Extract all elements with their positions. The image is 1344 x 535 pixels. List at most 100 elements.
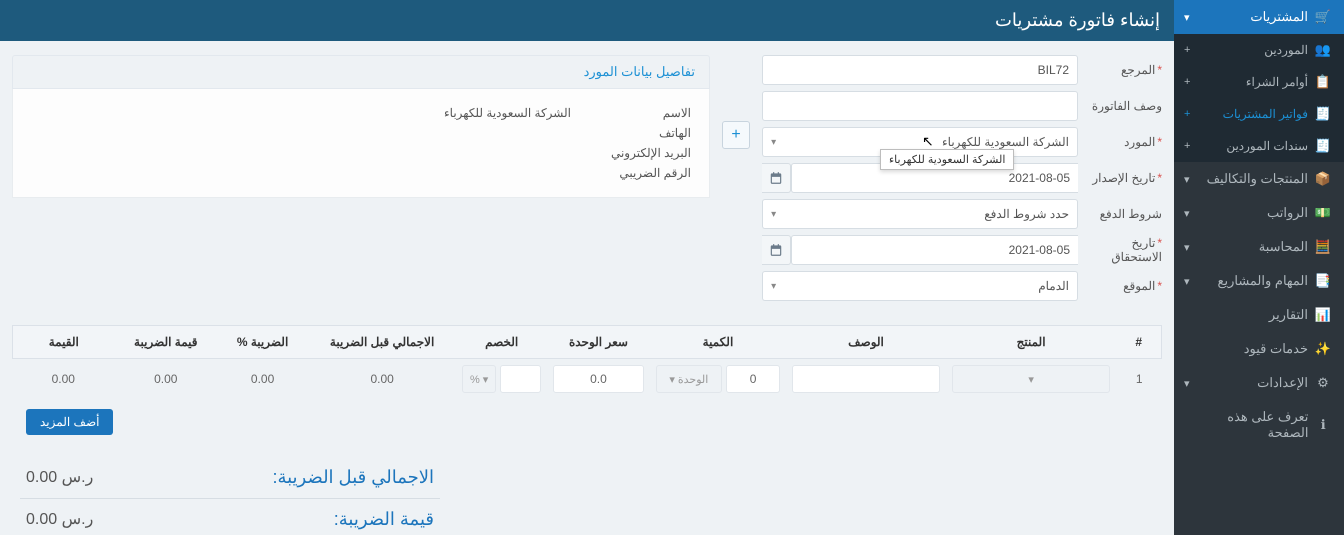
sidebar-item-products[interactable]: 📦 المنتجات والتكاليف ▾ — [1174, 162, 1344, 196]
sidebar-label: المنتجات والتكاليف — [1207, 171, 1308, 187]
users-icon: 👥 — [1314, 42, 1332, 58]
sidebar-item-accounting[interactable]: 🧮 المحاسبة ▾ — [1174, 230, 1344, 264]
cart-icon: 🛒 — [1314, 9, 1332, 25]
sidebar-label: المشتريات — [1250, 9, 1308, 25]
chevron-down-icon: ▾ — [1184, 241, 1190, 254]
plus-icon[interactable]: + — [1184, 108, 1190, 120]
label-location: *الموقع — [1078, 279, 1162, 293]
unit-price-input[interactable] — [553, 365, 643, 393]
product-select[interactable]: ▾ — [952, 365, 1111, 393]
line-items-table: # المنتج الوصف الكمية سعر الوحدة الخصم ا… — [12, 325, 1162, 399]
sidebar-label: المحاسبة — [1259, 239, 1308, 255]
th-tax-amt: قيمة الضريبة — [115, 325, 217, 359]
caret-down-icon: ▾ — [669, 373, 675, 386]
description-input[interactable] — [762, 91, 1078, 121]
sidebar-item-purchases[interactable]: 🛒 المشتريات ▾ — [1174, 0, 1344, 34]
th-unit-price: سعر الوحدة — [547, 325, 649, 359]
sidebar-label: فواتير المشتريات — [1223, 107, 1308, 121]
caret-down-icon: ▾ — [1028, 373, 1034, 386]
subtotal-value: 0.00 ر.س — [26, 467, 93, 488]
table-header-row: # المنتج الوصف الكمية سعر الوحدة الخصم ا… — [12, 325, 1162, 359]
vendor-phone-value — [31, 126, 571, 140]
chevron-down-icon: ▾ — [1184, 207, 1190, 220]
reference-input[interactable] — [762, 55, 1078, 85]
sidebar-label: سندات الموردين — [1226, 139, 1308, 153]
gear-icon: ⚙ — [1314, 375, 1332, 391]
th-qty: الكمية — [650, 325, 787, 359]
invoice-icon: 🧾 — [1314, 106, 1332, 122]
tax-label: قيمة الضريبة: — [334, 509, 434, 530]
th-desc: الوصف — [786, 325, 945, 359]
main: إنشاء فاتورة مشتريات *المرجع وصف الفاتور… — [0, 0, 1174, 535]
sidebar-item-journal[interactable]: ✨ خدمات قيود — [1174, 332, 1344, 366]
th-total: القيمة — [12, 325, 115, 359]
sidebar-item-tasks[interactable]: 📑 المهام والمشاريع ▾ — [1174, 264, 1344, 298]
subtotal-label: الاجمالي قبل الضريبة: — [272, 467, 434, 488]
vendor-phone-label: الهاتف — [571, 126, 691, 140]
table-row: 1 ▾ الوحدة▾ — [12, 359, 1162, 399]
sidebar-label: خدمات قيود — [1244, 341, 1308, 357]
calendar-icon[interactable] — [762, 163, 791, 193]
sidebar-item-settings[interactable]: ⚙ الإعدادات ▾ — [1174, 366, 1344, 400]
label-due-date: *تاريخ الاستحقاق — [1078, 236, 1162, 264]
sidebar-label: تعرف على هذه الصفحة — [1186, 409, 1308, 441]
vendor-tooltip: الشركة السعودية للكهرباء — [880, 149, 1014, 170]
cell-subtotal: 0.00 — [308, 359, 456, 399]
chevron-down-icon: ▾ — [1184, 377, 1190, 390]
plus-icon[interactable]: + — [1184, 140, 1190, 152]
sidebar-label: أوامر الشراء — [1246, 75, 1308, 89]
th-product: المنتج — [946, 325, 1117, 359]
totals: الاجمالي قبل الضريبة: 0.00 ر.س قيمة الضر… — [20, 457, 440, 535]
label-reference: *المرجع — [1078, 63, 1162, 77]
th-subtotal: الاجمالي قبل الضريبة — [308, 325, 456, 359]
th-tax-pct: الضريبة % — [217, 325, 308, 359]
caret-down-icon[interactable]: ▾ — [762, 127, 784, 157]
due-date-input[interactable] — [791, 235, 1078, 265]
plus-icon[interactable]: + — [1184, 76, 1190, 88]
qty-input[interactable] — [726, 365, 780, 393]
add-line-button[interactable]: أضف المزيد — [26, 409, 113, 435]
vendor-tax-label: الرقم الضريبي — [571, 166, 691, 180]
calc-icon: 🧮 — [1314, 239, 1332, 255]
chart-icon: 📊 — [1314, 307, 1332, 323]
cell-tax-pct: 0.00 — [217, 359, 308, 399]
cell-total: 0.00 — [12, 359, 115, 399]
sidebar-item-reports[interactable]: 📊 التقارير — [1174, 298, 1344, 332]
form-column: *المرجع وصف الفاتورة *المورد ▾ الشر — [762, 55, 1162, 307]
sidebar-item-vendor-payments[interactable]: 🧾 سندات الموردين + — [1174, 130, 1344, 162]
receipt-icon: 🧾 — [1314, 138, 1332, 154]
label-vendor: *المورد — [1078, 135, 1162, 149]
sidebar-label: الرواتب — [1267, 205, 1308, 221]
discount-type-select[interactable]: % ▾ — [462, 365, 496, 393]
tasks-icon: 📑 — [1314, 273, 1332, 289]
label-description: وصف الفاتورة — [1078, 99, 1162, 113]
plus-icon[interactable]: + — [1184, 44, 1190, 56]
chevron-down-icon: ▾ — [1184, 11, 1190, 24]
terms-select[interactable] — [784, 199, 1078, 229]
sidebar-item-learn[interactable]: ℹ تعرف على هذه الصفحة — [1174, 400, 1344, 450]
label-issue-date: *تاريخ الإصدار — [1078, 171, 1162, 185]
label-terms: شروط الدفع — [1078, 207, 1162, 221]
sidebar-item-purchase-bills[interactable]: 🧾 فواتير المشتريات + — [1174, 98, 1344, 130]
vendor-card-title: تفاصيل بيانات المورد — [12, 55, 710, 89]
money-icon: 💵 — [1314, 205, 1332, 221]
add-vendor-button[interactable]: + — [722, 121, 750, 149]
caret-down-icon[interactable]: ▾ — [762, 199, 784, 229]
unit-select[interactable]: الوحدة▾ — [656, 365, 722, 393]
sidebar-item-vendors[interactable]: 👥 الموردين + — [1174, 34, 1344, 66]
calendar-icon[interactable] — [762, 235, 791, 265]
sidebar-label: التقارير — [1269, 307, 1308, 323]
sidebar-label: الإعدادات — [1257, 375, 1308, 391]
sidebar-label: الموردين — [1264, 43, 1308, 57]
caret-down-icon[interactable]: ▾ — [762, 271, 784, 301]
sidebar-submenu-purchases: 👥 الموردين + 📋 أوامر الشراء + 🧾 فواتير ا… — [1174, 34, 1344, 162]
sidebar-item-payroll[interactable]: 💵 الرواتب ▾ — [1174, 196, 1344, 230]
page-title: إنشاء فاتورة مشتريات — [0, 0, 1174, 41]
sidebar-item-purchase-orders[interactable]: 📋 أوامر الشراء + — [1174, 66, 1344, 98]
add-vendor-col: + — [722, 55, 750, 307]
chevron-down-icon: ▾ — [1184, 275, 1190, 288]
discount-input[interactable] — [500, 365, 541, 393]
location-select[interactable] — [784, 271, 1078, 301]
desc-input[interactable] — [792, 365, 939, 393]
sidebar: 🛒 المشتريات ▾ 👥 الموردين + 📋 أوامر الشرا… — [1174, 0, 1344, 535]
